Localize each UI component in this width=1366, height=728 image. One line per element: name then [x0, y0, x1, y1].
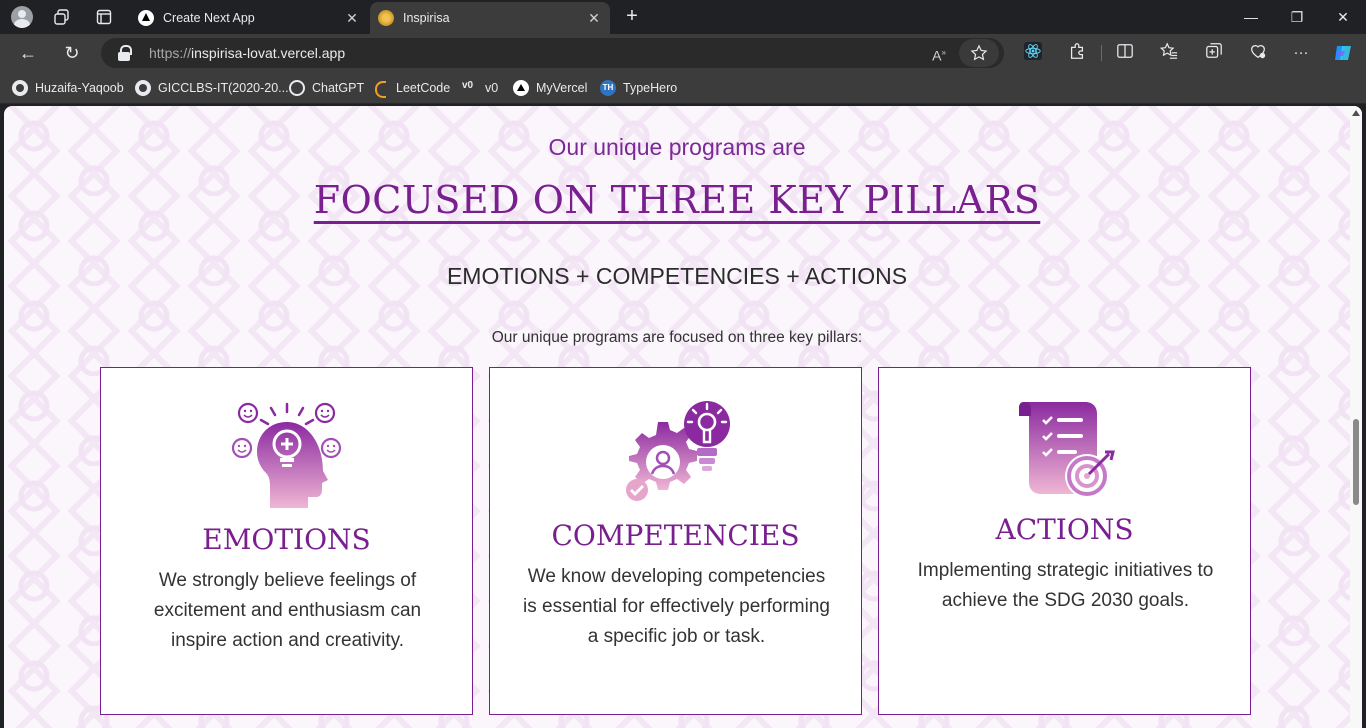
tab-inspirisa[interactable]: Inspirisa ✕	[370, 2, 610, 34]
vercel-icon	[513, 80, 529, 96]
url-text[interactable]: https://inspirisa-lovat.vercel.app	[149, 45, 345, 61]
bookmarks-bar: Huzaifa-Yaqoob GICCLBS-IT(2020-20... Cha…	[0, 72, 1366, 104]
copilot-icon[interactable]	[1332, 42, 1354, 64]
bookmark-myvercel[interactable]: MyVercel	[513, 79, 587, 97]
favorites-list-icon[interactable]	[1158, 42, 1180, 64]
gear-person-lightbulb-icon	[620, 398, 732, 511]
tab-strip: Create Next App ✕ Inspirisa ✕ + — ❐ ✕	[0, 0, 1366, 34]
scroll-up-arrow-icon[interactable]	[1352, 110, 1360, 116]
new-tab-plus-icon[interactable]: +	[620, 5, 644, 29]
bookmark-gicclbs-it[interactable]: GICCLBS-IT(2020-20...	[135, 79, 289, 97]
pillar-title: EMOTIONS	[202, 523, 371, 556]
back-arrow-icon[interactable]: ←	[16, 41, 40, 65]
chatgpt-icon	[289, 80, 305, 96]
collections-icon[interactable]	[1203, 42, 1225, 64]
checklist-target-icon	[1013, 398, 1117, 507]
close-window-icon[interactable]: ✕	[1320, 0, 1366, 34]
bookmark-leetcode[interactable]: LeetCode	[373, 79, 450, 98]
close-tab-icon[interactable]: ✕	[586, 10, 602, 27]
profile-avatar-icon[interactable]	[10, 5, 34, 29]
address-bar[interactable]: https://inspirisa-lovat.vercel.app A»	[101, 38, 1004, 68]
pillar-description: We strongly believe feelings of exciteme…	[153, 570, 422, 651]
section-intro: Our unique programs are	[548, 134, 806, 160]
tab-create-next-app[interactable]: Create Next App ✕	[130, 2, 368, 34]
inspirisa-favicon-icon	[378, 10, 394, 26]
tab-title: Create Next App	[163, 11, 255, 25]
page-scrollbar[interactable]	[1350, 106, 1362, 728]
pillar-description: We know developing competencies is essen…	[523, 566, 830, 647]
nextjs-favicon-icon	[138, 10, 154, 26]
typehero-icon: TH	[600, 80, 616, 96]
section-headline: FOCUSED ON THREE KEY PILLARS	[313, 178, 1041, 222]
browser-essentials-heart-icon[interactable]	[1247, 42, 1269, 64]
scroll-thumb[interactable]	[1353, 419, 1359, 505]
pillar-card-actions: ACTIONS Implementing strategic initiativ…	[878, 367, 1251, 715]
leetcode-icon	[373, 80, 389, 98]
pillar-description: Implementing strategic initiatives to ac…	[917, 560, 1214, 611]
pillar-card-emotions: EMOTIONS We strongly believe feelings of…	[100, 367, 473, 715]
favorite-star-button[interactable]	[959, 39, 999, 67]
browser-toolbar: ← ↻ https://inspirisa-lovat.vercel.app A…	[0, 34, 1366, 72]
lock-icon[interactable]	[117, 45, 133, 61]
bookmark-chatgpt[interactable]: ChatGPT	[289, 79, 364, 97]
extensions-puzzle-icon[interactable]	[1066, 42, 1088, 64]
pillar-card-competencies: COMPETENCIES We know developing competen…	[489, 367, 862, 715]
react-devtools-icon[interactable]	[1022, 42, 1044, 64]
minimize-icon[interactable]: —	[1228, 0, 1274, 34]
page-viewport: Our unique programs are FOCUSED ON THREE…	[4, 106, 1362, 728]
github-icon	[135, 80, 151, 96]
bookmark-huzaifa-yaqoob[interactable]: Huzaifa-Yaqoob	[12, 79, 124, 97]
refresh-icon[interactable]: ↻	[60, 41, 84, 65]
head-lightbulb-emotions-icon	[231, 398, 343, 517]
toolbar-separator	[1101, 45, 1102, 61]
section-subtitle: Our unique programs are focused on three…	[491, 329, 863, 346]
pillar-title: COMPETENCIES	[551, 519, 800, 552]
restore-icon[interactable]: ❐	[1274, 0, 1320, 34]
v0-icon: v0	[462, 80, 474, 91]
read-aloud-icon[interactable]: A»	[929, 43, 949, 64]
bookmark-typehero[interactable]: TH TypeHero	[600, 79, 677, 97]
tab-title: Inspirisa	[403, 11, 450, 25]
pillar-title: ACTIONS	[995, 513, 1134, 546]
pillars-formula: EMOTIONS + COMPETENCIES + ACTIONS	[446, 263, 908, 289]
tab-actions-icon[interactable]	[92, 5, 116, 29]
close-tab-icon[interactable]: ✕	[344, 10, 360, 27]
workspaces-icon[interactable]	[50, 5, 74, 29]
github-icon	[12, 80, 28, 96]
bookmark-v0[interactable]: v0 v0	[462, 79, 498, 97]
more-options-icon[interactable]: ···	[1290, 42, 1312, 64]
split-screen-icon[interactable]	[1114, 42, 1136, 64]
